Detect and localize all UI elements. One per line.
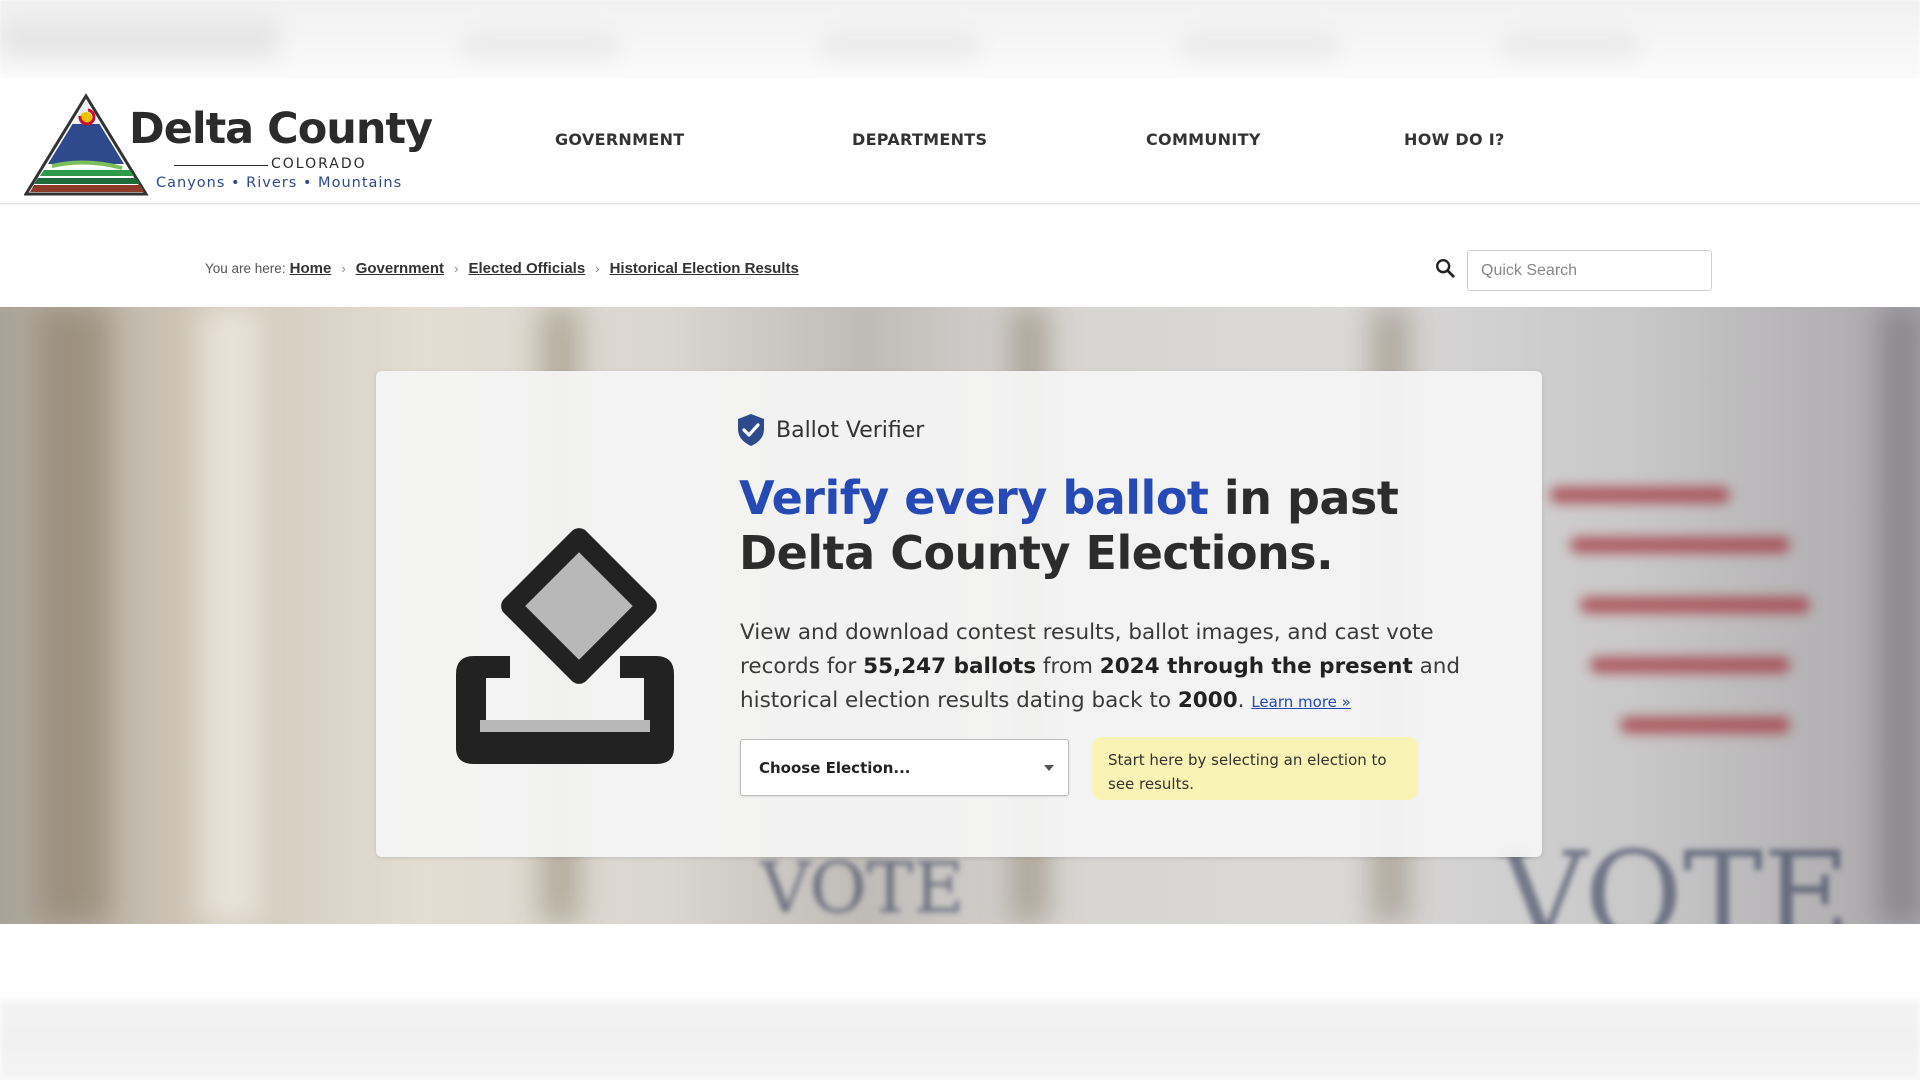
ballot-verifier-label: Ballot Verifier [776, 417, 925, 443]
background-blur: VOTE [760, 847, 965, 924]
desc-date-range: 2024 through the present [1099, 654, 1413, 679]
breadcrumb-government[interactable]: Government [356, 260, 444, 277]
chevron-down-icon [1044, 765, 1054, 771]
help-tooltip: Start here by selecting an election to s… [1092, 737, 1418, 800]
background-blur [200, 307, 260, 924]
site-header: Delta County COLORADO Canyons • Rivers •… [0, 78, 1920, 204]
desc-year: 2000 [1177, 688, 1238, 713]
hero-description: View and download contest results, ballo… [740, 616, 1480, 719]
below-hero-section [0, 924, 1920, 1080]
background-blur [1580, 597, 1810, 613]
nav-government[interactable]: GOVERNMENT [555, 130, 684, 149]
top-blurred-strip [0, 0, 1920, 78]
quick-search-input[interactable] [1467, 250, 1712, 291]
hero-section: VOTE VOTE Ballot Verifier Verify every b… [0, 307, 1920, 924]
bottom-blur [0, 1000, 1920, 1080]
logo-divider [174, 165, 268, 166]
blurred-shape [1180, 36, 1340, 54]
breadcrumb-bar: You are here: Home › Government › Electe… [0, 205, 1920, 307]
background-blur: VOTE [1500, 827, 1851, 924]
shield-check-icon [738, 414, 764, 446]
logo-state: COLORADO [271, 156, 367, 172]
background-blur [1590, 657, 1790, 673]
blurred-shape [1500, 36, 1640, 54]
breadcrumb-prefix: You are here: [205, 261, 286, 276]
nav-community[interactable]: COMMUNITY [1146, 130, 1261, 149]
breadcrumb-separator: › [454, 261, 459, 276]
breadcrumb-separator: › [595, 261, 600, 276]
nav-departments[interactable]: DEPARTMENTS [852, 130, 987, 149]
background-blur [40, 307, 110, 924]
breadcrumb: You are here: Home › Government › Electe… [205, 260, 799, 277]
nav-how-do-i[interactable]: HOW DO I? [1404, 130, 1505, 149]
breadcrumb-elected-officials[interactable]: Elected Officials [468, 260, 585, 277]
desc-ballot-count: 55,247 ballots [863, 654, 1037, 679]
breadcrumb-separator: › [341, 261, 346, 276]
ballot-verifier-card: Ballot Verifier Verify every ballot in p… [376, 371, 1542, 857]
site-logo[interactable]: Delta County COLORADO Canyons • Rivers •… [24, 88, 433, 198]
blurred-shape [820, 36, 980, 54]
desc-text: . [1237, 688, 1245, 713]
background-blur [1570, 537, 1790, 553]
ballot-box-icon [456, 528, 674, 764]
logo-tagline: Canyons • Rivers • Mountains [156, 175, 403, 191]
breadcrumb-historical-election-results[interactable]: Historical Election Results [610, 260, 799, 277]
breadcrumb-home[interactable]: Home [290, 260, 332, 277]
election-select[interactable]: Choose Election... [740, 739, 1069, 796]
background-blur [1550, 487, 1730, 503]
logo-title: Delta County [129, 104, 433, 154]
background-blur [1620, 717, 1790, 733]
headline-accent: Verify every ballot [739, 471, 1209, 525]
hero-headline: Verify every ballot in past Delta County… [739, 471, 1499, 581]
ballot-verifier-badge: Ballot Verifier [736, 413, 924, 447]
desc-text: from [1036, 654, 1100, 679]
blurred-shape [460, 36, 620, 54]
learn-more-link[interactable]: Learn more » [1251, 693, 1351, 711]
blurred-shape [0, 18, 280, 58]
search-icon[interactable] [1434, 257, 1456, 279]
background-blur [1880, 307, 1920, 924]
election-select-value: Choose Election... [759, 759, 911, 777]
